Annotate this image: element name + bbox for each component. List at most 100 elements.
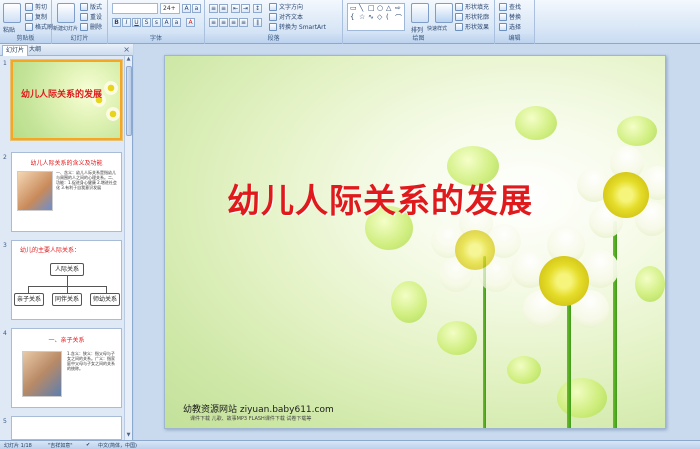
copy-button[interactable]: 复制 [25,12,47,21]
select-button[interactable]: 选择 [499,22,521,31]
diagram-root: 人际关系 [50,263,84,276]
cut-button[interactable]: 剪切 [25,2,47,11]
shapes-gallery[interactable]: ▭ ╲ □ ○ △ ⇨ { ☆ ∿ ◇ ( ⌒ [347,3,405,31]
theme-name: "吉祥如意" [48,443,73,449]
oval-shape-icon[interactable]: ○ [377,4,383,12]
align-right-icon[interactable]: ≡ [229,18,238,27]
quick-styles-icon[interactable] [435,3,453,23]
font-color-icon[interactable]: A [186,18,195,27]
spellcheck-icon[interactable]: ✔ [86,442,90,448]
tab-outline[interactable]: 大纲 [26,45,44,56]
callout-shape-icon[interactable]: ◇ [377,13,382,21]
align-left-icon[interactable]: ≡ [209,18,218,27]
new-slide-icon[interactable] [57,3,75,23]
columns-icon[interactable]: ∥ [253,18,262,27]
connector [106,286,107,293]
smartart-button[interactable]: 转换为 SmartArt [269,22,326,31]
slide-thumbnail-1[interactable]: 幼儿人际关系的发展 [11,60,122,140]
font-name-combo[interactable] [112,3,158,14]
connector [28,286,29,293]
language-indicator[interactable]: 中文(简体，中国) [98,442,137,449]
textbox-shape-icon[interactable]: ▭ [350,4,357,12]
daffodil-flower [511,226,619,334]
new-slide-button[interactable]: 新建幻灯片 [53,25,78,32]
underline-icon[interactable]: U [132,18,141,27]
thumb-text: 1.含义：狭义：指父母与子女之间的关系。广义：指家庭中父母与子女之间的关系的统称… [67,351,115,371]
arrange-button[interactable]: 排列 [411,25,423,34]
slide-canvas[interactable]: 幼儿人际关系的发展 幼教资源网站 ziyuan.baby611.com 课件下载… [164,55,666,429]
tab-slides[interactable]: 幻灯片 [2,45,29,56]
char-spacing-icon[interactable]: A [162,18,171,27]
thumb-title: 一、亲子关系 [48,337,85,344]
shape-fill-button[interactable]: 形状填充 [455,2,489,11]
italic-icon[interactable]: I [122,18,131,27]
arrow-shape-icon[interactable]: ⇨ [395,4,401,12]
scroll-down-icon[interactable]: ▼ [125,432,132,440]
slides-label: 幻灯片 [52,34,107,43]
triangle-shape-icon[interactable]: △ [386,4,391,12]
shape-outline-button[interactable]: 形状轮廓 [455,12,489,21]
pane-tabs: 幻灯片 大纲 × [0,44,133,56]
bracket-shape-icon[interactable]: ( [386,13,389,21]
drawing-label: 绘图 [343,34,494,43]
paste-button[interactable]: 粘贴 [3,25,15,34]
effects-icon [455,22,463,31]
scroll-thumb[interactable] [126,66,132,136]
slide-thumbnail-4[interactable]: 一、亲子关系 1.含义：狭义：指父母与子女之间的关系。广义：指家庭中父母与子女之… [11,328,122,408]
brace-shape-icon[interactable]: { [350,13,354,21]
shrink-font-icon[interactable]: a [192,4,201,13]
increase-indent-icon[interactable]: ⇥ [241,4,250,13]
brush-icon [25,22,33,31]
close-icon[interactable]: × [123,45,130,54]
rect-shape-icon[interactable]: □ [368,4,375,12]
slide-thumbnail-5[interactable] [11,416,122,440]
numbering-icon[interactable]: ≡ [219,4,228,13]
font-size-combo[interactable]: 24+ [160,3,180,14]
find-button[interactable]: 查找 [499,2,521,11]
align-text-button[interactable]: 对齐文本 [269,12,303,21]
curve-shape-icon[interactable]: ∿ [368,13,374,21]
delete-button[interactable]: 删除 [80,22,102,31]
daffodil-flower [577,146,665,246]
bullets-icon[interactable]: ≡ [209,4,218,13]
change-case-icon[interactable]: a [172,18,181,27]
strikethrough-icon[interactable]: S [142,18,151,27]
arrange-icon[interactable] [411,3,429,23]
slide-title[interactable]: 幼儿人际关系的发展 [227,174,533,222]
slide-thumbnail-2[interactable]: 幼儿人际关系的含义及功能 一、含义：幼儿人际关系是指幼儿与周围的人之间的心理关系… [11,152,122,232]
reset-button[interactable]: 重设 [80,12,102,21]
star-shape-icon[interactable]: ☆ [359,13,365,21]
petal-blob [617,116,657,146]
misc-shape-icon[interactable]: ⌒ [395,13,402,23]
thumb-title: 幼儿人际关系的发展 [21,90,103,100]
format-painter-button[interactable]: 格式刷 [25,22,53,31]
paste-icon[interactable] [3,3,21,23]
slide-footer: 幼教资源网站 ziyuan.baby611.com [183,405,334,415]
replace-icon [499,12,507,21]
family-photo [22,351,62,397]
slides-group: 新建幻灯片 版式 重设 删除 幻灯片 [52,0,108,44]
quick-styles-button[interactable]: 快速样式 [427,25,447,32]
slide-thumbnail-3[interactable]: 幼儿的主要人际关系： 人际关系 亲子关系 同伴关系 师幼关系 [11,240,122,320]
grow-font-icon[interactable]: A [182,4,191,13]
thumb-title: 幼儿的主要人际关系： [20,247,81,254]
bold-icon[interactable]: B [112,18,121,27]
line-shape-icon[interactable]: ╲ [359,4,363,12]
layout-button[interactable]: 版式 [80,2,102,11]
children-photo [17,171,53,211]
align-center-icon[interactable]: ≡ [219,18,228,27]
shape-effects-button[interactable]: 形状效果 [455,22,489,31]
replace-button[interactable]: 替换 [499,12,521,21]
editing-label: 编辑 [495,34,534,43]
shadow-icon[interactable]: s [152,18,161,27]
petal-blob [557,378,607,418]
justify-icon[interactable]: ≡ [239,18,248,27]
clipboard-label: 剪贴板 [0,34,51,43]
line-spacing-icon[interactable]: ↕ [253,4,262,13]
pane-scrollbar[interactable]: ▲ ▼ [124,56,132,440]
flower-icon [103,80,119,96]
scroll-up-icon[interactable]: ▲ [125,56,132,64]
delete-icon [80,22,88,31]
decrease-indent-icon[interactable]: ⇤ [231,4,240,13]
text-direction-button[interactable]: 文字方向 [269,2,303,11]
